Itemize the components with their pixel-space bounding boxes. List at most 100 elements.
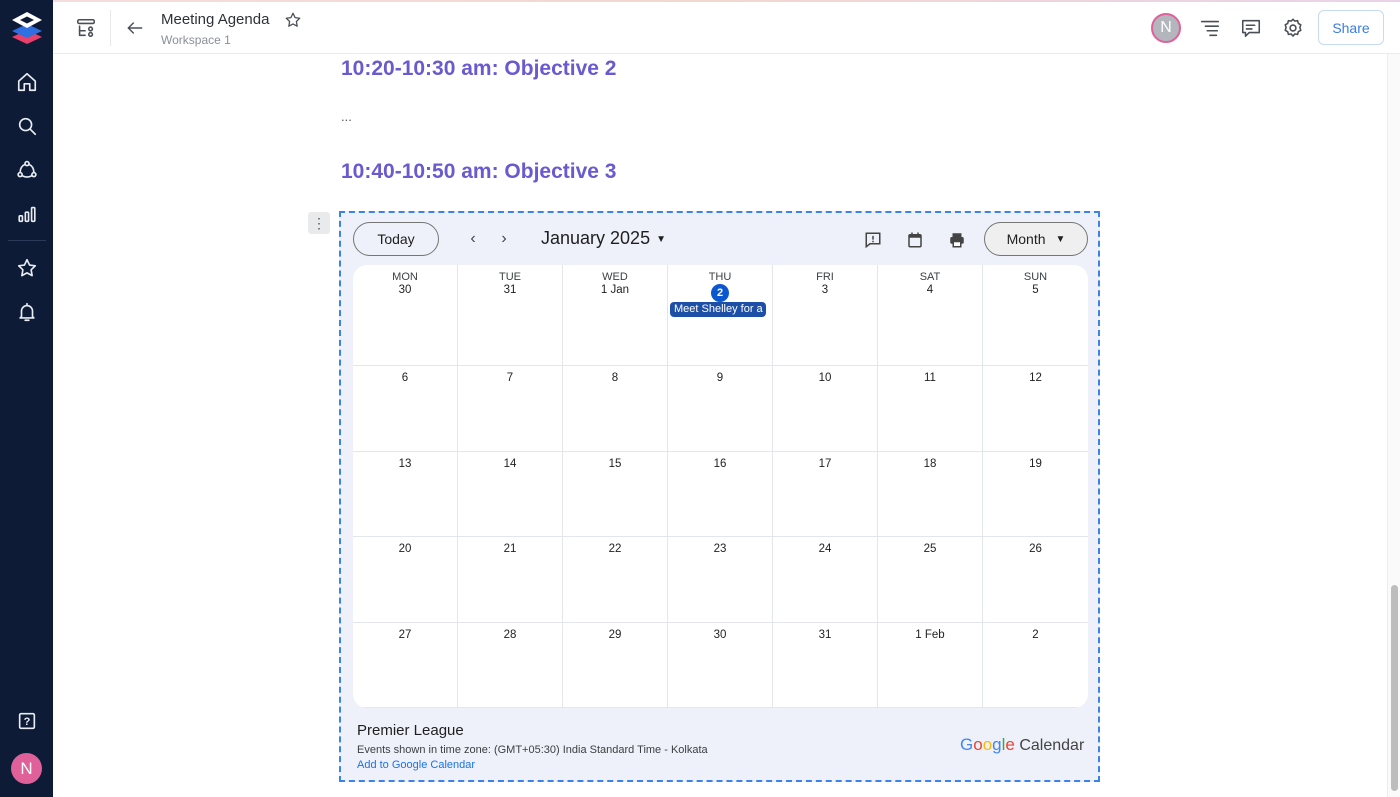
- collaborator-avatar[interactable]: N: [1151, 13, 1181, 43]
- search-icon[interactable]: [14, 113, 40, 139]
- calendar-day-cell[interactable]: 20: [353, 537, 458, 623]
- star-icon[interactable]: [14, 255, 40, 281]
- date-number: 18: [923, 457, 937, 470]
- calendar-day-cell[interactable]: MON 30: [353, 265, 458, 366]
- month-selector[interactable]: January 2025 ▼: [541, 228, 666, 249]
- document-body: 10:20-10:30 am: Objective 2 ... 10:40-10…: [53, 54, 1387, 797]
- app-logo[interactable]: [9, 8, 45, 46]
- agenda-heading-objective-3: 10:40-10:50 am: Objective 3: [341, 160, 617, 183]
- calendar-day-cell[interactable]: 13: [353, 451, 458, 537]
- calendar-day-cell[interactable]: 24: [773, 537, 878, 623]
- bar-chart-icon[interactable]: [14, 201, 40, 227]
- calendar-event-chip[interactable]: Meet Shelley for a: [670, 302, 766, 317]
- month-label: January 2025: [541, 228, 651, 248]
- calendar-day-cell[interactable]: 18: [878, 451, 983, 537]
- calendar-day-cell[interactable]: 27: [353, 622, 458, 708]
- google-letter: e: [1005, 735, 1015, 754]
- calendar-day-cell[interactable]: 14: [458, 451, 563, 537]
- view-selector-button[interactable]: Month ▼: [984, 222, 1088, 256]
- calendar-day-cell[interactable]: WED 1 Jan: [563, 265, 668, 366]
- date-number: 8: [611, 372, 619, 384]
- date-number: 25: [923, 543, 937, 555]
- google-letter: g: [992, 735, 1002, 754]
- settings-gear-icon[interactable]: [1280, 15, 1306, 41]
- calendar-day-cell[interactable]: 28: [458, 622, 563, 708]
- calendar-day-cell[interactable]: 25: [878, 537, 983, 623]
- calendar-day-cell[interactable]: THU 2 Meet Shelley for a: [668, 265, 773, 366]
- vertical-scrollbar[interactable]: [1387, 54, 1400, 797]
- caret-down-icon: ▼: [1055, 233, 1066, 245]
- google-calendar-logo[interactable]: Google Calendar: [960, 735, 1084, 755]
- calendar-day-cell[interactable]: 12: [983, 366, 1088, 452]
- back-arrow-icon[interactable]: [123, 16, 147, 40]
- weekday-label: FRI: [816, 271, 834, 283]
- date-number: 12: [1029, 372, 1042, 384]
- date-number: 13: [398, 457, 412, 470]
- calendar-day-cell[interactable]: 11: [878, 366, 983, 452]
- svg-text:?: ?: [24, 716, 31, 728]
- weekday-label: THU: [708, 271, 732, 283]
- next-month-button[interactable]: ›: [493, 228, 515, 250]
- placeholder-ellipsis: ...: [341, 109, 352, 124]
- calendar-day-cell[interactable]: FRI 3: [773, 265, 878, 366]
- date-number: 17: [818, 457, 832, 470]
- calendar-day-cell[interactable]: 31: [773, 622, 878, 708]
- outline-icon[interactable]: [1197, 15, 1223, 41]
- people-network-icon[interactable]: [14, 157, 40, 183]
- block-menu-handle[interactable]: ⋮: [308, 212, 330, 234]
- date-number: 31: [503, 284, 517, 296]
- calendar-day-cell[interactable]: 22: [563, 537, 668, 623]
- date-number: 3: [821, 284, 829, 296]
- google-letter: o: [973, 735, 983, 754]
- calendar-day-cell[interactable]: 10: [773, 366, 878, 452]
- calendar-day-cell[interactable]: 19: [983, 452, 1088, 537]
- calendar-day-cell[interactable]: TUE 31: [458, 265, 563, 366]
- feedback-icon[interactable]: [862, 229, 884, 251]
- add-to-google-calendar-link[interactable]: Add to Google Calendar: [357, 759, 475, 771]
- google-letter: o: [982, 735, 993, 754]
- calendar-day-cell[interactable]: 21: [458, 537, 563, 623]
- calendar-day-cell[interactable]: SAT 4: [878, 265, 983, 366]
- user-avatar[interactable]: N: [11, 753, 42, 784]
- calendar-day-cell[interactable]: 8: [563, 366, 668, 452]
- calendar-day-cell[interactable]: SUN 5: [983, 265, 1088, 366]
- help-icon[interactable]: ?: [14, 708, 40, 734]
- calendar-day-cell[interactable]: 17: [773, 451, 878, 537]
- print-icon[interactable]: [946, 229, 968, 251]
- calendar-name: Premier League: [357, 722, 464, 739]
- date-number: 30: [713, 628, 727, 641]
- bell-icon[interactable]: [14, 299, 40, 325]
- date-number: 19: [1029, 457, 1042, 470]
- date-number: 5: [1032, 284, 1039, 296]
- calendar-day-cell[interactable]: 30: [668, 622, 773, 708]
- comments-icon[interactable]: [1238, 15, 1264, 41]
- calendar-icon[interactable]: [904, 229, 926, 251]
- date-number: 24: [818, 543, 832, 555]
- calendar-day-cell[interactable]: 6: [353, 366, 458, 452]
- calendar-day-cell[interactable]: 15: [563, 451, 668, 537]
- calendar-day-cell[interactable]: 1 Feb: [878, 622, 983, 708]
- calendar-day-cell[interactable]: 2: [983, 623, 1088, 708]
- share-button[interactable]: Share: [1318, 10, 1384, 45]
- prev-month-button[interactable]: ‹: [462, 228, 484, 250]
- date-number: 28: [503, 628, 517, 641]
- calendar-day-cell[interactable]: 29: [563, 622, 668, 708]
- today-button[interactable]: Today: [353, 222, 439, 256]
- calendar-day-cell[interactable]: 9: [668, 366, 773, 452]
- home-icon[interactable]: [14, 69, 40, 95]
- weekday-label: WED: [602, 271, 628, 283]
- document-title: Meeting Agenda: [161, 11, 270, 28]
- agenda-heading-objective-2: 10:20-10:30 am: Objective 2: [341, 57, 617, 80]
- calendar-day-cell[interactable]: 7: [458, 366, 563, 452]
- scrollbar-thumb[interactable]: [1391, 585, 1398, 791]
- sidebar: ? N: [0, 0, 53, 797]
- sidebar-divider: [8, 240, 46, 241]
- calendar-day-cell[interactable]: 16: [668, 451, 773, 537]
- page-list-icon[interactable]: [73, 15, 99, 41]
- date-number: 30: [398, 284, 412, 296]
- weekday-label: SUN: [1023, 271, 1048, 283]
- calendar-day-cell[interactable]: 26: [983, 537, 1088, 623]
- date-number: 2: [1032, 628, 1039, 641]
- calendar-day-cell[interactable]: 23: [668, 537, 773, 623]
- favorite-star-icon[interactable]: [282, 9, 304, 31]
